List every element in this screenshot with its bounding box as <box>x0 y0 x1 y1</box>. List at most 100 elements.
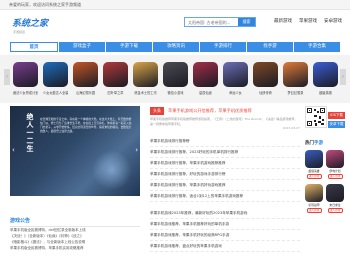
site-logo[interactable]: 系统之家 <box>10 13 49 31</box>
nav-collections[interactable]: 手游合集 <box>294 42 340 52</box>
game-icon <box>43 62 68 87</box>
android-download-button[interactable]: 安卓下载 <box>328 121 345 128</box>
game-tile[interactable]: 四叶草之章 <box>103 62 128 95</box>
game-carousel: ‹ 魔法少女育成计划 少女太鼓达人全装 山海幻想乐园 四叶草之章 炼金术士的工坊 微信小游… <box>0 55 350 103</box>
qr-code <box>305 106 327 128</box>
welcome-text: 亲爱的玩家，欢迎访问系统之家手游频道 <box>9 2 81 7</box>
game-name: 星辰仙途 <box>199 91 212 95</box>
headline-date: 2023-08-07 <box>282 126 300 130</box>
link-android-games[interactable]: 安卓游戏 <box>324 17 342 27</box>
news-item[interactable]: 苹果手机游戏排行推荐，好玩的游戏手游排行榜 <box>150 169 300 180</box>
game-tile[interactable]: 仙侠传奇 <box>253 62 278 95</box>
sidebar-heading: 热门手游 <box>305 140 323 146</box>
news-column: 头条 苹果手机游戏公开信推荐，苹果手机优质推荐 苹果手机版推荐苹果手机版推荐推荐… <box>150 106 300 252</box>
notice-title: 游戏公告 <box>10 217 140 227</box>
nav-find-games[interactable]: 找手游 <box>247 42 293 52</box>
enter-game-button[interactable]: 进入游戏 <box>306 174 322 179</box>
banner-text: 在浩瀚无垠的宇宙之中，存在着一个神秘的大陆。在这片大陆上，有无数的修仙门派，修士… <box>40 117 132 133</box>
sidebar: iOS下载 安卓下载 热门手游 超级英雄 进入游戏 伊甸计划 进入游戏 星际战甲… <box>305 106 345 213</box>
game-name: 超级英雄 <box>308 169 320 173</box>
notice-line[interactable]: 苹果手机版全民赛博特，苹果手机实用攻略推荐 <box>10 245 140 251</box>
sidebar-game[interactable]: 末日求生 进入游戏 <box>326 184 344 213</box>
banner-glow <box>92 150 132 190</box>
game-icon <box>223 62 248 87</box>
news-item[interactable]: 苹果手机游戏排行推荐榜 <box>150 136 300 147</box>
qr-code-icon <box>307 108 325 126</box>
link-latest-games[interactable]: 最新游戏 <box>274 17 292 27</box>
headline-title[interactable]: 苹果手机游戏公开信推荐，苹果手机优质推荐 <box>168 108 252 114</box>
news-item[interactable]: 苹果手机游戏排行推荐，2023好玩的手机单机排行推荐 <box>150 147 300 158</box>
nav-game-download[interactable]: 手游下载 <box>106 42 152 52</box>
game-icon <box>73 62 98 87</box>
nav-rankings[interactable]: 手游排行 <box>200 42 246 52</box>
enter-game-button[interactable]: 进入游戏 <box>327 208 343 213</box>
headline-tag: 头条 <box>150 106 164 115</box>
game-tile[interactable]: 星辰仙途 <box>193 62 218 95</box>
link-apple-games[interactable]: 苹果游戏 <box>299 17 317 27</box>
game-notice: 游戏公告 苹果手机版全民赛博特，dnf回忆录全新版本上线 《决战！》（全新版本）… <box>10 217 140 251</box>
ios-download-button[interactable]: iOS下载 <box>328 112 345 119</box>
sidebar-game[interactable]: 星际战甲 进入游戏 <box>305 184 323 213</box>
game-name: 四叶草之章 <box>107 91 124 95</box>
game-tile[interactable]: 魔法少女育成计划 <box>13 62 38 95</box>
game-name: 炼金术士的工坊 <box>134 91 157 95</box>
game-name: 梦幻幻想录 <box>287 91 304 95</box>
game-icon <box>326 184 344 202</box>
logo-subtitle: 手游频道 <box>13 30 26 34</box>
sidebar-heading-prefix: 热门 <box>305 141 314 146</box>
news-item[interactable]: 苹果手机游戏推荐，苹果手机好玩的经典RPG手游 <box>150 230 300 241</box>
game-tile[interactable]: 超级英雄 <box>313 62 338 95</box>
game-name: 魔法少女育成计划 <box>13 91 38 95</box>
header-links: 最新游戏 苹果游戏 安卓游戏 <box>274 17 342 27</box>
game-tile[interactable]: 少女太鼓达人全装 <box>43 62 68 95</box>
game-name: 仙侠传奇 <box>259 91 272 95</box>
game-tile[interactable]: 炼金术士的工坊 <box>133 62 158 95</box>
game-name: 命运少女 <box>229 91 242 95</box>
news-item[interactable]: 苹果手机游戏推荐，苹果手机推荐好玩的单机手游 <box>150 219 300 230</box>
game-icon <box>305 150 323 168</box>
game-name: 伊甸计划 <box>329 169 341 173</box>
game-tile[interactable]: 微信小游戏 <box>163 62 188 95</box>
news-item[interactable]: 苹果手机游戏推荐，盘点好玩的苹果手机游戏 <box>150 241 300 252</box>
logo-text: 系统之家 <box>12 18 49 29</box>
game-list: 魔法少女育成计划 少女太鼓达人全装 山海幻想乐园 四叶草之章 炼金术士的工坊 微信小游戏 星… <box>13 62 338 95</box>
sidebar-game[interactable]: 超级英雄 进入游戏 <box>305 150 323 179</box>
search-button[interactable]: 搜索 <box>238 18 255 26</box>
game-tile[interactable]: 梦幻幻想录 <box>283 62 308 95</box>
banner-next-icon[interactable]: › <box>135 146 138 154</box>
game-icon <box>253 62 278 87</box>
news-item[interactable]: 苹果手机游戏排行推荐，适合1到12上的苹果手机游戏推荐 <box>150 191 300 202</box>
game-icon <box>13 62 38 87</box>
news-item[interactable]: 苹果手机游戏排行推荐，苹果手机游戏推荐推荐 <box>150 158 300 169</box>
game-icon <box>133 62 158 87</box>
search-input[interactable] <box>185 18 238 26</box>
news-item[interactable]: 苹果手机游戏排行推荐，苹果手机好玩游戏推荐 <box>150 180 300 191</box>
sidebar-game[interactable]: 伊甸计划 进入游戏 <box>326 150 344 179</box>
enter-game-button[interactable]: 进入游戏 <box>306 208 322 213</box>
game-icon <box>163 62 188 87</box>
game-tile[interactable]: 山海幻想乐园 <box>73 62 98 95</box>
nav-guides[interactable]: 攻略资讯 <box>153 42 199 52</box>
game-tile[interactable]: 命运少女 <box>223 62 248 95</box>
carousel-prev-button[interactable]: ‹ <box>4 69 10 85</box>
enter-game-button[interactable]: 进入游戏 <box>327 174 343 179</box>
top-bar: 亲爱的玩家，欢迎访问系统之家手游频道 <box>0 0 350 10</box>
search-box: 搜索 <box>184 17 256 27</box>
banner-vertical-title: 绝人一二生 <box>26 113 34 153</box>
headline-row[interactable]: 头条 苹果手机游戏公开信推荐，苹果手机优质推荐 <box>150 106 300 115</box>
nav-game-box[interactable]: 游戏盒子 <box>59 42 105 52</box>
game-icon <box>283 62 308 87</box>
game-icon <box>313 62 338 87</box>
carousel-next-button[interactable]: › <box>340 69 346 85</box>
featured-banner[interactable]: 绝人一二生 在浩瀚无垠的宇宙之中，存在着一个神秘的大陆。在这片大陆上，有无数的修… <box>10 106 140 196</box>
game-name: 微信小游戏 <box>167 91 184 95</box>
game-icon <box>326 150 344 168</box>
sidebar-heading-suffix: 手游 <box>314 141 323 146</box>
game-icon <box>193 62 218 87</box>
game-icon <box>305 184 323 202</box>
main-nav: 首页 游戏盒子 手游下载 攻略资讯 手游排行 找手游 手游合集 <box>10 42 340 52</box>
nav-home[interactable]: 首页 <box>10 42 58 52</box>
banner-prev-icon[interactable]: ‹ <box>12 146 15 154</box>
news-item[interactable]: 苹果手机游戏2023年推荐，最新好玩的2023年苹果手机游戏 <box>150 208 300 219</box>
news-list: 苹果手机游戏排行推荐榜 苹果手机游戏排行推荐，2023好玩的手机单机排行推荐 苹… <box>150 136 300 252</box>
